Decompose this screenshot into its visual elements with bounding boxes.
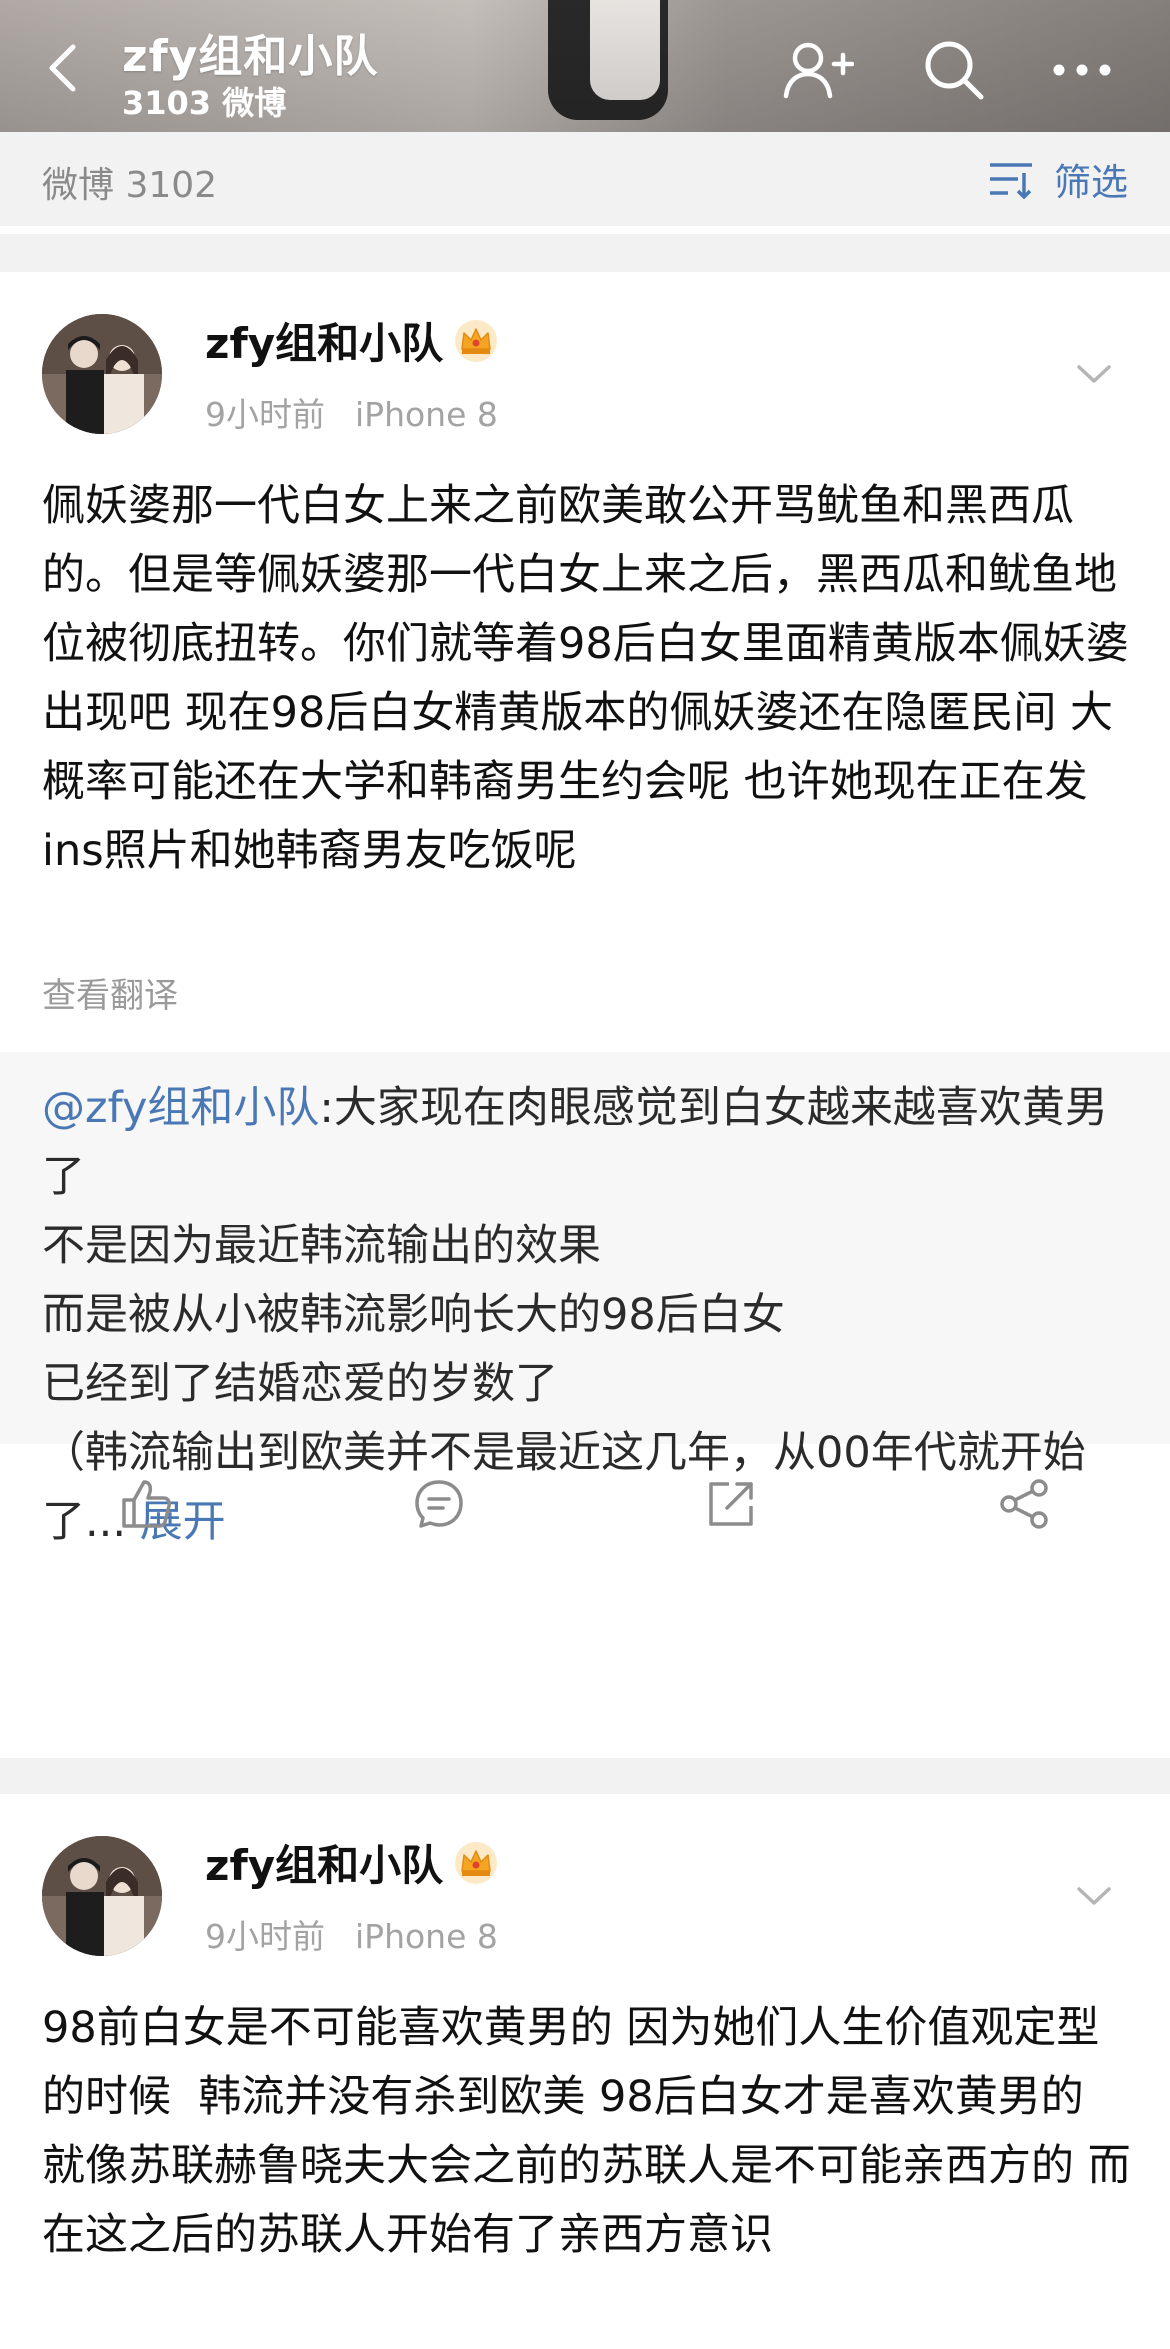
search-button[interactable] bbox=[918, 34, 990, 106]
back-icon bbox=[49, 44, 76, 92]
add-user-icon bbox=[783, 42, 854, 99]
avatar[interactable] bbox=[42, 1836, 162, 1956]
filter-label: 筛选 bbox=[1054, 161, 1128, 204]
search-icon bbox=[925, 41, 984, 100]
post-text: 98前白女是不可能喜欢黄男的 因为她们人生价值观定型的时候 韩流并没有杀到欧美 … bbox=[42, 2003, 1131, 2260]
follow-button[interactable] bbox=[782, 34, 854, 106]
like-icon bbox=[122, 1480, 172, 1528]
crown-icon bbox=[455, 319, 498, 362]
view-translation-link[interactable]: 查看翻译 bbox=[42, 968, 178, 1017]
post-author[interactable]: zfy组和小队 bbox=[205, 310, 499, 371]
post-device: iPhone 8 bbox=[355, 1917, 498, 1956]
crown-icon bbox=[455, 1841, 498, 1884]
post-meta: 9小时前 iPhone 8 bbox=[205, 1910, 498, 1958]
chevron-down-icon bbox=[1077, 365, 1111, 383]
post-text: 佩妖婆那一代白女上来之前欧美敢公开骂鱿鱼和黑西瓜的。但是等佩妖婆那一代白女上来之… bbox=[42, 481, 1129, 876]
filter-button[interactable]: 筛选 bbox=[988, 152, 1128, 206]
back-button[interactable] bbox=[40, 38, 84, 98]
share-button[interactable] bbox=[878, 1452, 1170, 1556]
post-card: zfy组和小队 9小时前 iPhone 8 佩妖婆那一代白女上来之前欧美敢公开骂鱿… bbox=[0, 272, 1170, 1758]
chevron-down-icon bbox=[1077, 1887, 1111, 1905]
more-icon bbox=[1053, 64, 1111, 76]
filter-bar: 微博 3102 筛选 bbox=[0, 132, 1170, 226]
repost-mention[interactable]: @zfy组和小队 bbox=[42, 1083, 319, 1133]
author-name: zfy组和小队 bbox=[205, 1841, 444, 1890]
filter-icon bbox=[990, 163, 1032, 199]
weibo-count-label: 微博 3102 bbox=[42, 165, 218, 206]
post-meta: 9小时前 iPhone 8 bbox=[205, 388, 498, 436]
post-author[interactable]: zfy组和小队 bbox=[205, 1832, 499, 1893]
repost-icon bbox=[709, 1482, 753, 1526]
avatar[interactable] bbox=[42, 314, 162, 434]
post-card: zfy组和小队 9小时前 iPhone 8 98前白女是不可能喜欢黄男的 因为她们… bbox=[0, 1794, 1170, 2349]
post-menu-button[interactable] bbox=[1074, 354, 1114, 394]
share-icon bbox=[1000, 1479, 1048, 1529]
comment-button[interactable] bbox=[293, 1452, 586, 1556]
repost-button[interactable] bbox=[585, 1452, 878, 1556]
post-count: 3103 微博 bbox=[122, 84, 287, 122]
post-menu-button[interactable] bbox=[1074, 1876, 1114, 1916]
more-button[interactable] bbox=[1046, 34, 1118, 106]
post-time: 9小时前 bbox=[205, 1917, 325, 1956]
profile-name: zfy组和小队 bbox=[122, 31, 379, 82]
comment-icon bbox=[415, 1480, 463, 1528]
avatar-image bbox=[42, 314, 162, 434]
repost-block[interactable]: @zfy组和小队:大家现在肉眼感觉到白女越来越喜欢黄男了 不是因为最近韩流输出的… bbox=[0, 1052, 1170, 1547]
profile-header: zfy组和小队 3103 微博 bbox=[0, 0, 1170, 132]
post-action-bar bbox=[0, 1452, 1170, 1556]
like-button[interactable] bbox=[0, 1452, 293, 1556]
avatar-image bbox=[42, 1836, 162, 1956]
post-device: iPhone 8 bbox=[355, 395, 498, 434]
author-name: zfy组和小队 bbox=[205, 319, 444, 368]
post-time: 9小时前 bbox=[205, 395, 325, 434]
